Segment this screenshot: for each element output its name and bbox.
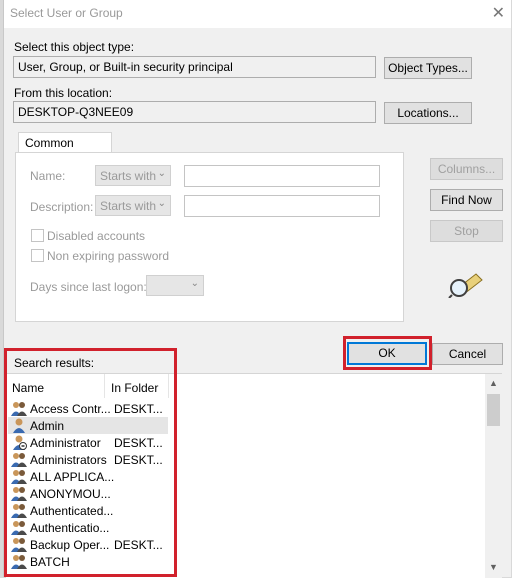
search-results-highlight-annotation xyxy=(4,348,177,577)
tab-common-queries[interactable]: Common Queries xyxy=(18,132,112,164)
select-user-dialog: Select User or Group ✕ Select this objec… xyxy=(3,0,511,578)
cancel-button[interactable]: Cancel xyxy=(432,343,503,365)
location-field: DESKTOP-Q3NEE09 xyxy=(13,101,376,123)
location-label: From this location: xyxy=(14,86,113,100)
close-icon[interactable]: ✕ xyxy=(492,3,505,23)
locations-button[interactable]: Locations... xyxy=(384,102,472,124)
common-queries-panel: Name: Starts with ⌄ Description: Starts … xyxy=(15,152,404,322)
scroll-down-icon[interactable]: ▼ xyxy=(489,562,498,572)
scroll-up-icon[interactable]: ▲ xyxy=(489,378,498,388)
description-mode-select: Starts with ⌄ xyxy=(95,195,171,216)
disabled-accounts-label: Disabled accounts xyxy=(47,229,146,243)
window-title: Select User or Group xyxy=(10,6,123,20)
find-now-button[interactable]: Find Now xyxy=(430,189,503,211)
chevron-down-icon: ⌄ xyxy=(157,198,166,209)
stop-button: Stop xyxy=(430,220,503,242)
name-label: Name: xyxy=(30,169,66,183)
description-mode-value: Starts with xyxy=(100,199,157,213)
ok-highlight-annotation xyxy=(343,336,432,370)
object-types-button[interactable]: Object Types... xyxy=(384,57,472,79)
days-since-logon-label: Days since last logon: xyxy=(30,280,147,294)
non-expiring-checkbox xyxy=(31,249,44,262)
days-since-logon-select: ⌄ xyxy=(146,275,204,296)
chevron-down-icon: ⌄ xyxy=(157,168,166,179)
search-flashlight-icon xyxy=(448,273,483,298)
name-mode-value: Starts with xyxy=(100,169,157,183)
non-expiring-label: Non expiring password xyxy=(47,249,170,263)
name-input xyxy=(184,165,380,187)
description-input xyxy=(184,195,380,217)
disabled-accounts-checkbox xyxy=(31,229,44,242)
object-type-label: Select this object type: xyxy=(14,40,135,54)
name-mode-select: Starts with ⌄ xyxy=(95,165,171,186)
title-bar: Select User or Group ✕ xyxy=(4,0,511,28)
chevron-down-icon: ⌄ xyxy=(190,278,199,289)
columns-button: Columns... xyxy=(430,158,503,180)
vertical-scrollbar[interactable]: ▲ ▼ xyxy=(485,374,502,578)
scrollbar-thumb[interactable] xyxy=(487,394,500,426)
description-label: Description: xyxy=(30,200,94,214)
object-type-field: User, Group, or Built-in security princi… xyxy=(13,56,376,78)
